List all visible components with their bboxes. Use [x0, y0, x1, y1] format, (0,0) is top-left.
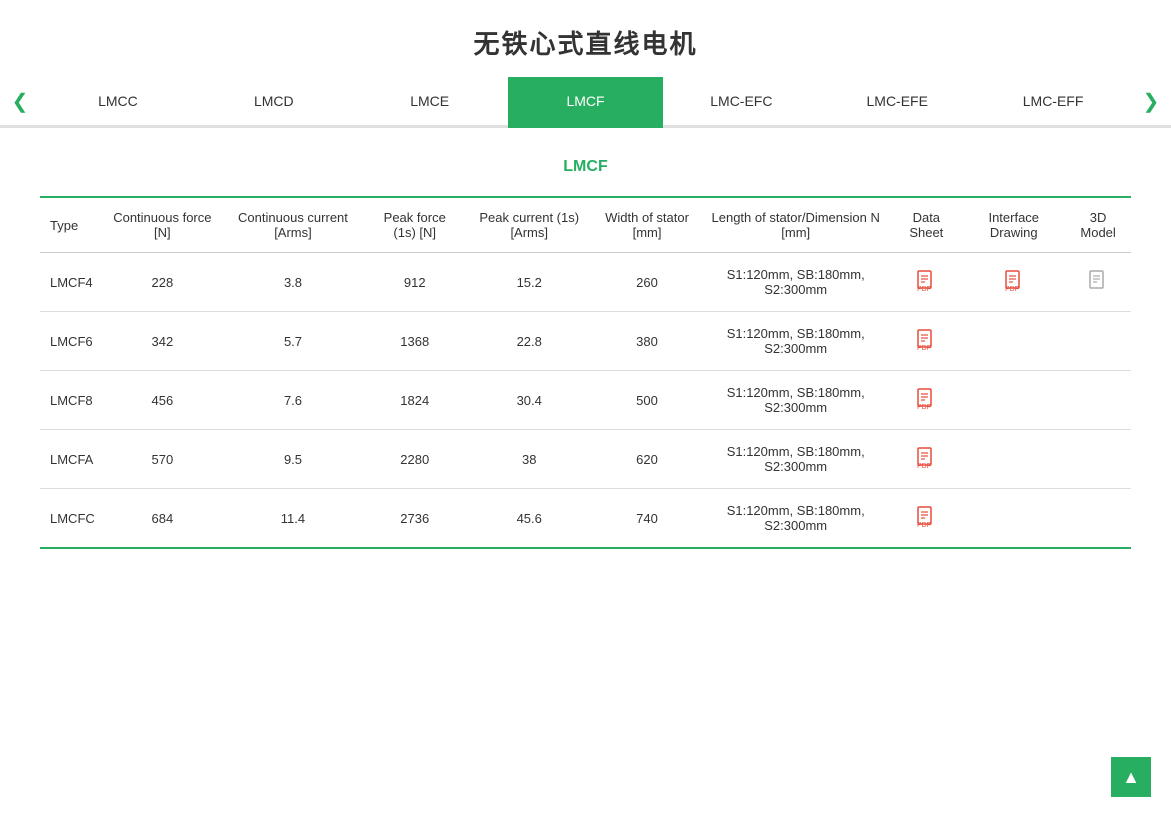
svg-text:PDF: PDF	[917, 522, 931, 528]
cell-length: S1:120mm, SB:180mm, S2:300mm	[701, 253, 890, 312]
cell-drawing	[962, 430, 1065, 489]
cell-cont-force: 342	[103, 312, 222, 371]
cell-width: 500	[593, 371, 701, 430]
cell-3d	[1065, 312, 1131, 371]
cell-3d[interactable]	[1065, 253, 1131, 312]
scroll-top-button[interactable]: ▲	[1111, 757, 1151, 797]
cell-length: S1:120mm, SB:180mm, S2:300mm	[701, 430, 890, 489]
svg-text:PDF: PDF	[917, 463, 931, 469]
cell-type: LMCF4	[40, 253, 103, 312]
cell-peak-current: 15.2	[465, 253, 593, 312]
col-header-8: Interface Drawing	[962, 197, 1065, 253]
cell-cont-current: 3.8	[222, 253, 364, 312]
cell-type: LMCF8	[40, 371, 103, 430]
cell-type: LMCFA	[40, 430, 103, 489]
table-row: LMCFA5709.5228038620S1:120mm, SB:180mm, …	[40, 430, 1131, 489]
cell-cont-current: 5.7	[222, 312, 364, 371]
svg-text:PDF: PDF	[1005, 286, 1019, 292]
table-row: LMCF63425.7136822.8380S1:120mm, SB:180mm…	[40, 312, 1131, 371]
cell-datasheet[interactable]: PDF	[890, 489, 962, 549]
cell-3d	[1065, 430, 1131, 489]
cell-peak-force: 912	[364, 253, 465, 312]
tab-item-lmceff[interactable]: LMC-EFF	[975, 77, 1131, 128]
svg-text:PDF: PDF	[917, 286, 931, 292]
cell-cont-current: 9.5	[222, 430, 364, 489]
section-title: LMCF	[40, 158, 1131, 176]
pdf-icon[interactable]: PDF	[915, 270, 937, 292]
cell-drawing	[962, 371, 1065, 430]
cell-datasheet[interactable]: PDF	[890, 371, 962, 430]
svg-text:PDF: PDF	[917, 345, 931, 351]
col-header-0: Type	[40, 197, 103, 253]
col-header-5: Width of stator [mm]	[593, 197, 701, 253]
tab-next-arrow[interactable]: ❯	[1131, 89, 1171, 114]
col-header-1: Continuous force [N]	[103, 197, 222, 253]
tab-item-lmcefe[interactable]: LMC-EFE	[819, 77, 975, 128]
cell-peak-current: 45.6	[465, 489, 593, 549]
col-header-2: Continuous current [Arms]	[222, 197, 364, 253]
tab-item-lmce[interactable]: LMCE	[352, 77, 508, 128]
col-header-3: Peak force (1s) [N]	[364, 197, 465, 253]
cell-3d	[1065, 489, 1131, 549]
tab-navigation: ❮ LMCCLMCDLMCELMCFLMC-EFCLMC-EFELMC-EFF …	[0, 77, 1171, 128]
cell-peak-current: 30.4	[465, 371, 593, 430]
tab-item-lmcf[interactable]: LMCF	[508, 77, 664, 128]
pdf-icon[interactable]: PDF	[915, 506, 937, 528]
cell-width: 260	[593, 253, 701, 312]
svg-text:PDF: PDF	[917, 404, 931, 410]
cell-type: LMCF6	[40, 312, 103, 371]
cell-cont-current: 7.6	[222, 371, 364, 430]
cell-cont-force: 570	[103, 430, 222, 489]
cell-width: 740	[593, 489, 701, 549]
cell-3d	[1065, 371, 1131, 430]
cell-drawing	[962, 489, 1065, 549]
doc-icon[interactable]	[1087, 270, 1109, 292]
cell-datasheet[interactable]: PDF	[890, 312, 962, 371]
cell-peak-force: 2280	[364, 430, 465, 489]
tab-prev-arrow[interactable]: ❮	[0, 89, 40, 114]
col-header-4: Peak current (1s) [Arms]	[465, 197, 593, 253]
cell-peak-force: 2736	[364, 489, 465, 549]
cell-cont-force: 228	[103, 253, 222, 312]
tab-items: LMCCLMCDLMCELMCFLMC-EFCLMC-EFELMC-EFF	[40, 77, 1131, 125]
cell-drawing	[962, 312, 1065, 371]
col-header-7: Data Sheet	[890, 197, 962, 253]
pdf-icon[interactable]: PDF	[915, 447, 937, 469]
table-row: LMCF42283.891215.2260S1:120mm, SB:180mm,…	[40, 253, 1131, 312]
cell-cont-force: 456	[103, 371, 222, 430]
product-table: TypeContinuous force [N]Continuous curre…	[40, 196, 1131, 549]
cell-length: S1:120mm, SB:180mm, S2:300mm	[701, 312, 890, 371]
cell-length: S1:120mm, SB:180mm, S2:300mm	[701, 489, 890, 549]
cell-peak-force: 1368	[364, 312, 465, 371]
cell-drawing[interactable]: PDF	[962, 253, 1065, 312]
cell-type: LMCFC	[40, 489, 103, 549]
page-title: 无铁心式直线电机	[0, 0, 1171, 77]
pdf-icon[interactable]: PDF	[915, 329, 937, 351]
tab-item-lmcd[interactable]: LMCD	[196, 77, 352, 128]
cell-peak-current: 38	[465, 430, 593, 489]
tab-item-lmcefc[interactable]: LMC-EFC	[663, 77, 819, 128]
cell-cont-current: 11.4	[222, 489, 364, 549]
pdf-icon[interactable]: PDF	[1003, 270, 1025, 292]
table-header-row: TypeContinuous force [N]Continuous curre…	[40, 197, 1131, 253]
cell-peak-current: 22.8	[465, 312, 593, 371]
table-row: LMCF84567.6182430.4500S1:120mm, SB:180mm…	[40, 371, 1131, 430]
content-area: LMCF TypeContinuous force [N]Continuous …	[0, 128, 1171, 589]
cell-length: S1:120mm, SB:180mm, S2:300mm	[701, 371, 890, 430]
cell-width: 380	[593, 312, 701, 371]
cell-datasheet[interactable]: PDF	[890, 253, 962, 312]
cell-width: 620	[593, 430, 701, 489]
table-row: LMCFC68411.4273645.6740S1:120mm, SB:180m…	[40, 489, 1131, 549]
cell-cont-force: 684	[103, 489, 222, 549]
col-header-6: Length of stator/Dimension N [mm]	[701, 197, 890, 253]
table-body: LMCF42283.891215.2260S1:120mm, SB:180mm,…	[40, 253, 1131, 549]
cell-peak-force: 1824	[364, 371, 465, 430]
pdf-icon[interactable]: PDF	[915, 388, 937, 410]
tab-item-lmcc[interactable]: LMCC	[40, 77, 196, 128]
col-header-9: 3D Model	[1065, 197, 1131, 253]
cell-datasheet[interactable]: PDF	[890, 430, 962, 489]
